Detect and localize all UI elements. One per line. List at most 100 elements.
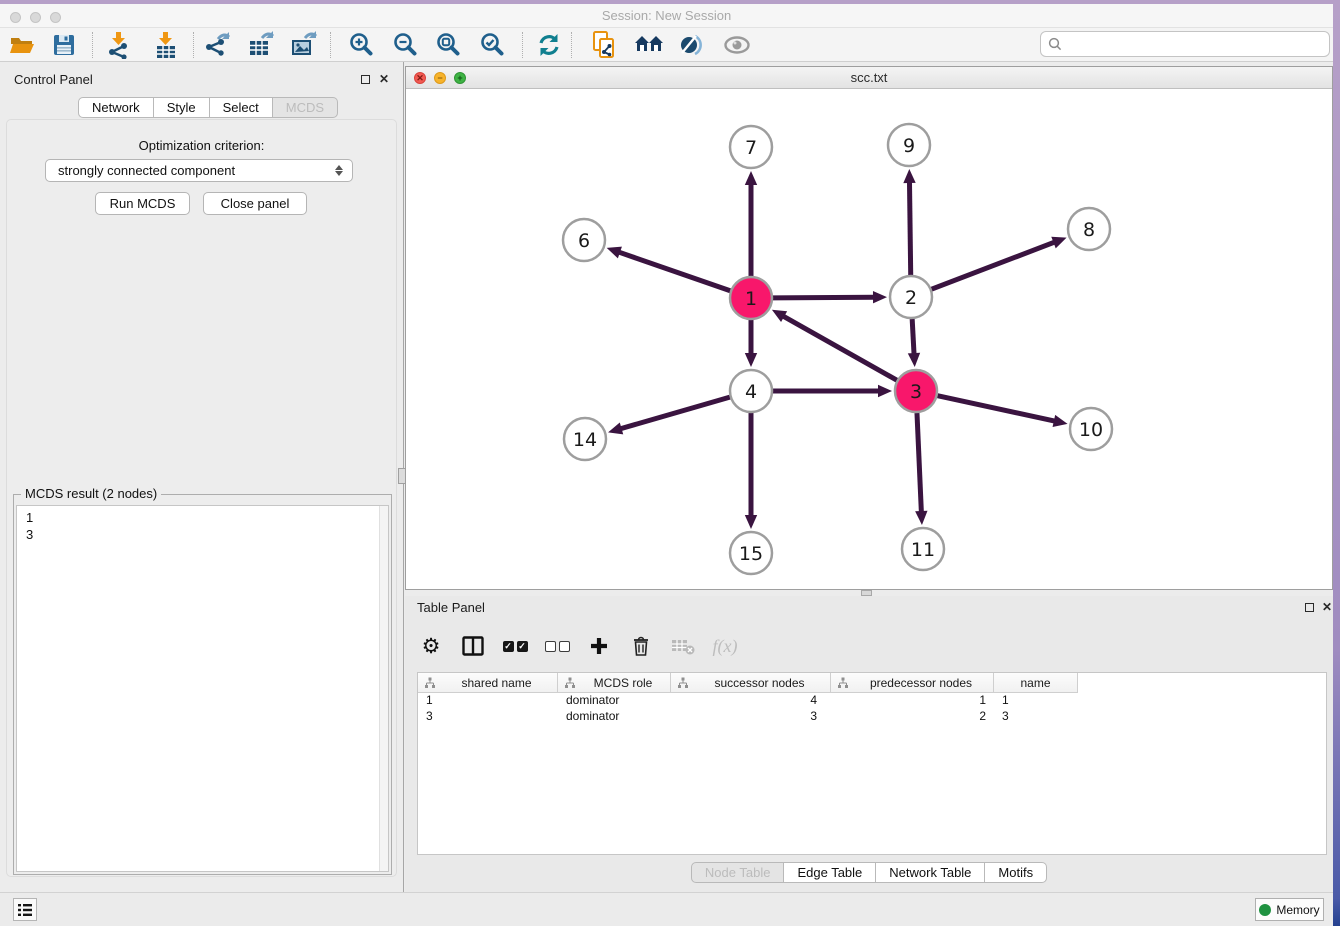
tab-mcds[interactable]: MCDS [273,97,338,118]
tab-edge-table[interactable]: Edge Table [784,862,876,883]
search-box[interactable] [1040,31,1330,57]
tab-node-table[interactable]: Node Table [691,862,785,883]
graph-node-6[interactable]: 6 [563,219,605,261]
export-table-icon[interactable] [245,28,279,61]
zoom-selected-icon[interactable] [476,28,510,61]
criterion-select[interactable]: strongly connected component [45,159,353,182]
export-network-icon[interactable] [201,28,235,61]
graph-edge-2-9[interactable] [909,181,910,275]
result-line: 1 [26,509,388,526]
table-toolbar: ⚙ ✓✓ f(x) [417,626,739,666]
graph-node-9[interactable]: 9 [888,124,930,166]
zoom-out-icon[interactable] [389,28,423,61]
table-row[interactable]: 1 dominator 4 1 1 [418,693,1326,709]
graph-edge-1-2[interactable] [773,297,875,298]
table-float-icon[interactable] [1302,600,1316,614]
toolbar-separator [330,32,331,58]
network-window-titlebar[interactable]: ✕ − + scc.txt [406,67,1332,89]
toolbar-separator [571,32,572,58]
result-scrollbar[interactable] [379,506,388,871]
deselect-all-icon[interactable] [543,631,571,661]
node-table: shared name MCDS role successor nodes pr… [417,672,1327,855]
tab-style[interactable]: Style [154,97,210,118]
add-row-icon[interactable] [585,631,613,661]
tab-network-table[interactable]: Network Table [876,862,985,883]
network-canvas[interactable]: 7 9 6 8 1 2 4 3 14 10 15 11 [406,89,1332,590]
export-image-icon[interactable] [288,28,322,61]
float-panel-icon[interactable] [358,72,372,86]
svg-text:6: 6 [578,230,590,252]
import-network-icon[interactable] [102,28,136,61]
status-bar: Memory [0,892,1333,926]
run-mcds-button[interactable]: Run MCDS [95,192,190,215]
graph-node-10[interactable]: 10 [1070,408,1112,450]
new-network-from-selection-icon[interactable] [588,28,622,61]
graph-edge-2-8[interactable] [932,242,1056,289]
columns-icon[interactable] [459,631,487,661]
close-panel-button[interactable]: Close panel [203,192,307,215]
zoom-fit-icon[interactable] [432,28,466,61]
list-icon [17,903,33,917]
graph-edge-arrowhead [1053,415,1068,427]
delete-row-icon[interactable] [627,631,655,661]
criterion-value: strongly connected component [58,163,235,178]
graph-edge-3-1[interactable] [782,316,896,381]
graph-node-14[interactable]: 14 [564,418,606,460]
mcds-result-title: MCDS result (2 nodes) [21,486,161,501]
graph-node-7[interactable]: 7 [730,126,772,168]
cybrowser-homes-icon[interactable] [632,28,666,61]
close-panel-icon[interactable]: ✕ [377,72,391,86]
graph-edge-4-14[interactable] [620,397,730,429]
graph-edge-3-11[interactable] [917,413,921,513]
zoom-in-icon[interactable] [345,28,379,61]
tab-select[interactable]: Select [210,97,273,118]
main-toolbar [0,28,1333,62]
table-row[interactable]: 3 dominator 3 2 3 [418,709,1326,725]
graph-edge-arrowhead [745,353,757,367]
search-input[interactable] [1067,37,1329,52]
column-header-mcds-role[interactable]: MCDS role [558,673,671,693]
save-session-icon[interactable] [47,28,81,61]
column-header-predecessor-nodes[interactable]: predecessor nodes [831,673,994,693]
tree-icon [677,677,689,689]
settings-gear-icon[interactable]: ⚙ [417,631,445,661]
memory-button[interactable]: Memory [1255,898,1324,921]
graph-node-4[interactable]: 4 [730,370,772,412]
table-close-icon[interactable]: ✕ [1320,600,1334,614]
svg-text:11: 11 [911,539,935,561]
graph-node-1[interactable]: 1 [730,277,772,319]
mcds-result-area[interactable]: 1 3 [16,505,389,872]
open-session-icon[interactable] [5,28,39,61]
graph-node-2[interactable]: 2 [890,276,932,318]
svg-text:3: 3 [910,381,922,403]
graph-edge-1-6[interactable] [618,252,730,291]
select-all-icon[interactable]: ✓✓ [501,631,529,661]
graph-edge-arrowhead [608,422,623,434]
svg-text:1: 1 [745,288,757,310]
column-header-successor-nodes[interactable]: successor nodes [671,673,831,693]
graph-node-15[interactable]: 15 [730,532,772,574]
mcds-panel: Optimization criterion: strongly connect… [6,119,397,877]
delete-table-icon[interactable] [669,631,697,661]
graph-node-8[interactable]: 8 [1068,208,1110,250]
graph-node-3[interactable]: 3 [895,370,937,412]
tab-network[interactable]: Network [78,97,154,118]
network-window: ✕ − + scc.txt 7 9 6 8 1 2 4 3 14 10 15 11 [405,66,1333,590]
task-history-button[interactable] [13,898,37,921]
svg-text:8: 8 [1083,219,1095,241]
toolbar-separator [193,32,194,58]
show-graphics-details-icon[interactable] [720,28,754,61]
column-header-name[interactable]: name [994,673,1078,693]
apply-layout-icon[interactable] [532,28,566,61]
graph-node-11[interactable]: 11 [902,528,944,570]
tab-motifs[interactable]: Motifs [985,862,1047,883]
column-header-shared-name[interactable]: shared name [418,673,558,693]
import-table-icon[interactable] [149,28,183,61]
function-builder-icon[interactable]: f(x) [711,631,739,661]
graph-edge-2-3[interactable] [912,319,914,355]
hide-graphics-details-icon[interactable] [675,28,709,61]
graph-edge-3-10[interactable] [937,396,1055,422]
toolbar-separator [522,32,523,58]
table-panel: Table Panel ✕ ⚙ ✓✓ f(x) shared name MCD [405,596,1333,892]
table-tabstrip: Node Table Edge Table Network Table Moti… [405,862,1333,883]
